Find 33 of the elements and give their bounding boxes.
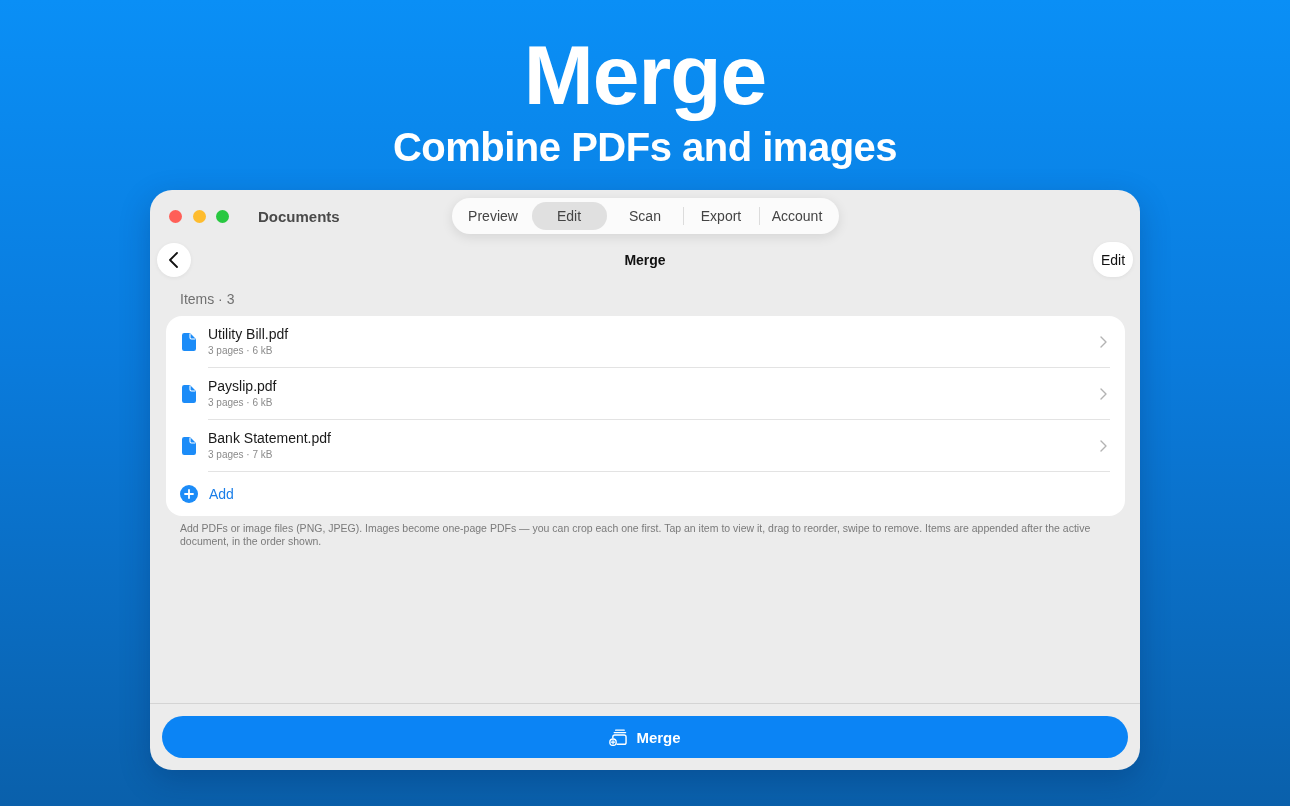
file-details: 3 pages · 7 kB	[208, 448, 273, 461]
subheadline: Combine PDFs and images	[392, 124, 898, 170]
section-header: Items · 3	[180, 291, 235, 308]
merge-button[interactable]: Merge	[162, 716, 1128, 758]
chevron-right-icon[interactable]	[1100, 439, 1107, 452]
tab[interactable]: Scan	[607, 202, 683, 230]
file-name[interactable]: Bank Statement.pdf	[208, 430, 331, 447]
tab[interactable]: Export	[683, 202, 759, 230]
window-title: Documents	[258, 207, 340, 225]
page-title: Merge	[624, 251, 666, 268]
minimize-icon[interactable]	[192, 209, 206, 223]
help-text: Add PDFs or image files (PNG, JPEG). Images become one-page PDFs — you can crop each one first. Tap an item to view it, drag to reorder, swipe to remove. Items are appended after the active document, in the order shown.	[179, 522, 1092, 548]
file-details: 3 pages · 6 kB	[208, 344, 273, 357]
stack-plus-icon	[609, 728, 629, 746]
back-button[interactable]	[157, 242, 191, 277]
edit-button[interactable]: Edit	[1093, 242, 1133, 277]
headline: Merge	[523, 30, 767, 120]
document-icon	[182, 437, 196, 455]
tab[interactable]: Preview	[455, 202, 531, 230]
file-details: 3 pages · 6 kB	[208, 396, 273, 409]
chevron-right-icon[interactable]	[1100, 335, 1107, 348]
file-name[interactable]: Utility Bill.pdf	[208, 326, 289, 343]
file-name[interactable]: Payslip.pdf	[208, 378, 277, 395]
document-icon	[182, 333, 196, 351]
plus-circle-icon[interactable]	[180, 485, 198, 503]
add-button[interactable]: Add	[209, 486, 234, 502]
tab[interactable]: Account	[759, 202, 835, 230]
chevron-right-icon[interactable]	[1100, 387, 1107, 400]
close-icon[interactable]	[169, 209, 182, 223]
document-icon	[182, 385, 196, 403]
chevron-left-icon	[168, 251, 178, 268]
zoom-icon[interactable]	[216, 209, 229, 223]
tab[interactable]: Edit	[531, 202, 607, 230]
